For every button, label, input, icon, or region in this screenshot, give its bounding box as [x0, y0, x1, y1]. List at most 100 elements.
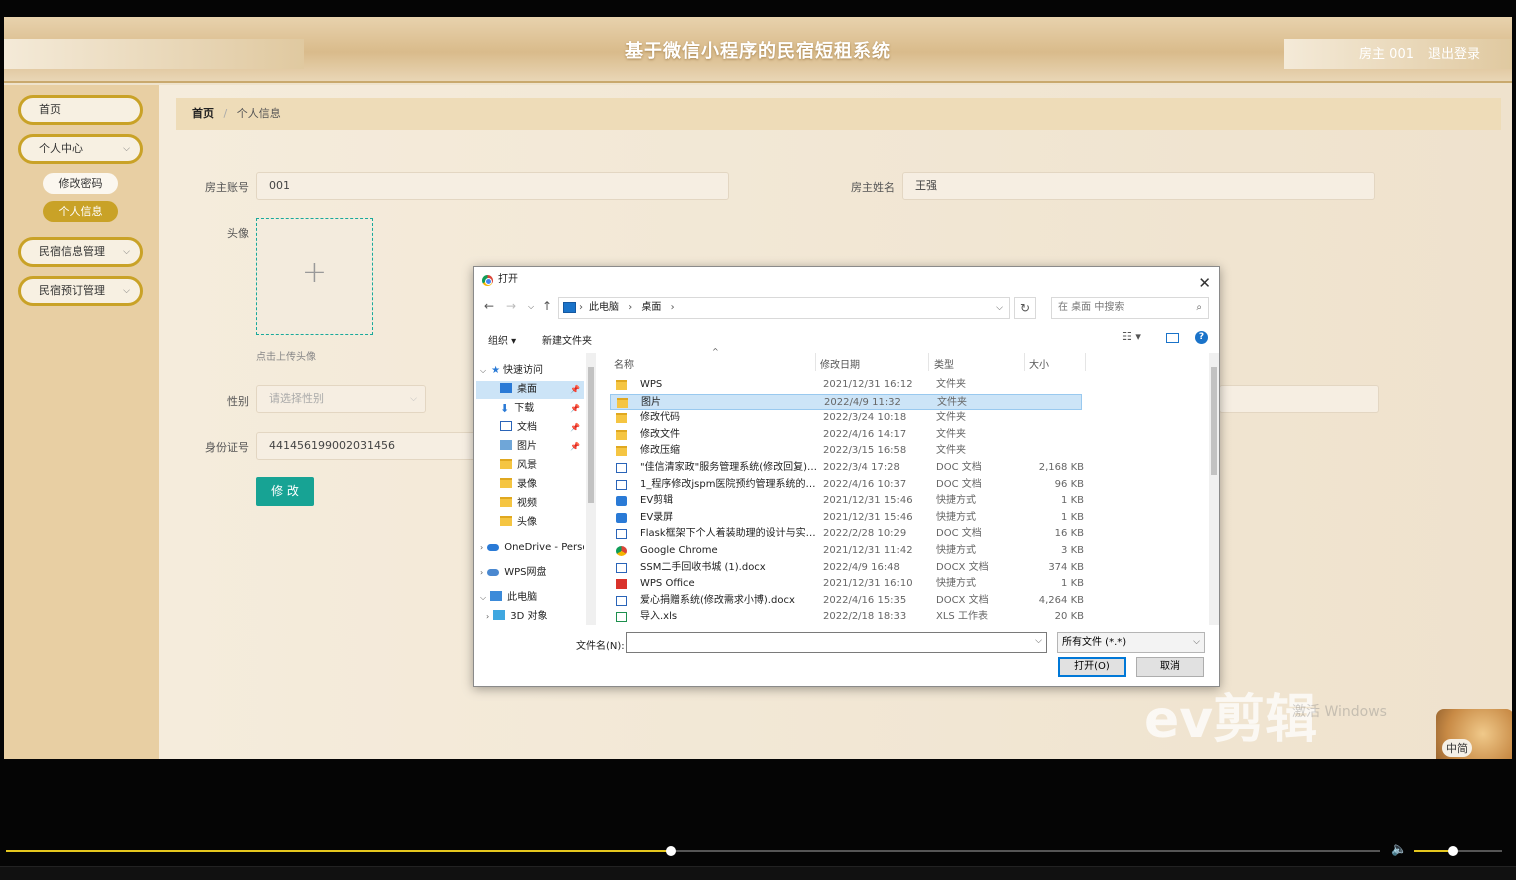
file-name: 修改代码 [640, 412, 680, 424]
filename-input[interactable]: ⌵ [626, 632, 1047, 653]
file-date: 2022/2/18 18:33 [823, 611, 907, 623]
sidebar-subitem-change-password[interactable]: 修改密码 [43, 173, 118, 194]
account-field[interactable]: 001 [256, 172, 729, 200]
chevron-down-icon[interactable]: ⌵ [1035, 636, 1042, 646]
file-row[interactable]: WPS Office 2021/12/31 16:10 快捷方式 1 KB [610, 576, 1084, 592]
document-icon [500, 421, 512, 431]
edit-button[interactable]: 修 改 [256, 477, 314, 506]
sidebar-subitem-personal-info[interactable]: 个人信息 [43, 201, 118, 222]
file-row[interactable]: 修改压缩 2022/3/15 16:58 文件夹 [610, 443, 1082, 459]
breadcrumb-home[interactable]: 首页 [192, 107, 214, 120]
column-type[interactable]: 类型 [934, 356, 954, 371]
sidebar-item-homestay-booking[interactable]: 民宿预订管理 ⌵ [18, 276, 143, 306]
progress-handle[interactable] [666, 846, 677, 856]
up-arrow-icon[interactable]: ↑ [542, 299, 552, 313]
file-size: 4,264 KB [1038, 594, 1084, 606]
column-date[interactable]: 修改日期 [820, 356, 860, 371]
file-name: Flask框架下个人着装助理的设计与实现(... [640, 528, 818, 540]
chevron-down-icon[interactable]: ⌵ [528, 302, 534, 312]
logout-link[interactable]: 退出登录 [1428, 43, 1480, 62]
file-list-scrollbar[interactable] [1209, 353, 1219, 625]
nav-item-recordings[interactable]: 录像 [500, 476, 537, 494]
nav-item-avatars[interactable]: 头像 [500, 514, 537, 532]
folder-icon [500, 459, 512, 469]
cancel-button[interactable]: 取消 [1136, 657, 1204, 677]
refresh-button[interactable]: ↻ [1014, 297, 1036, 319]
pin-icon: 📌 [570, 423, 580, 432]
nav-item-videos[interactable]: 视频 [500, 495, 537, 513]
command-bar: 组织 ▾ 新建文件夹 ☷ ▾ ? [474, 325, 1219, 351]
new-folder-button[interactable]: 新建文件夹 [542, 332, 592, 347]
nav-item-documents[interactable]: 文档 📌 [476, 419, 584, 437]
path-segment-this-pc[interactable]: 此电脑 [589, 302, 619, 313]
spreadsheet-icon [616, 612, 627, 623]
filetype-select[interactable]: 所有文件 (*.*) ⌵ [1057, 632, 1205, 653]
id-number-field[interactable]: 441456199002031456 [256, 432, 486, 460]
file-type: 快捷方式 [936, 495, 976, 507]
organize-menu[interactable]: 组织 ▾ [488, 332, 516, 347]
search-icon: ⌕ [1196, 302, 1202, 313]
nav-item-pictures[interactable]: 图片 📌 [476, 438, 584, 456]
sidebar-item-home[interactable]: 首页 [18, 95, 143, 125]
file-row[interactable]: Flask框架下个人着装助理的设计与实现(... 2022/2/28 10:29 D… [610, 526, 1084, 542]
file-row[interactable]: 图片 2022/4/9 11:32 文件夹 [610, 393, 1082, 410]
file-row[interactable]: 修改文件 2022/4/16 14:17 文件夹 [610, 427, 1082, 443]
chevron-right-icon: › [486, 612, 490, 621]
file-row[interactable]: EV剪辑 2021/12/31 15:46 快捷方式 1 KB [610, 493, 1084, 509]
file-scroll-thumb[interactable] [1211, 367, 1217, 475]
avatar-uploader[interactable]: + [256, 218, 373, 335]
address-bar[interactable]: › 此电脑 › 桌面 › ⌵ [558, 297, 1010, 319]
help-icon[interactable]: ? [1195, 331, 1208, 344]
file-row[interactable]: 1_程序修改jspm医院预约管理系统的设... 2022/4/16 10:37 DO… [610, 477, 1084, 493]
file-date: 2022/4/16 14:17 [823, 428, 907, 440]
sidebar-item-personal-center[interactable]: 个人中心 ⌵ [18, 134, 143, 164]
nav-item-downloads[interactable]: ⬇ 下载 📌 [476, 400, 584, 418]
volume-handle[interactable] [1447, 846, 1458, 856]
dog-mascot: 中简 [1436, 709, 1512, 759]
column-size[interactable]: 大小 [1029, 356, 1049, 371]
search-input[interactable]: 在 桌面 中搜索 ⌕ [1051, 297, 1209, 319]
file-row[interactable]: WPS 2021/12/31 16:12 文件夹 [610, 377, 1082, 393]
forward-arrow-icon[interactable]: → [506, 299, 516, 313]
back-arrow-icon[interactable]: ← [484, 299, 494, 313]
breadcrumb: 首页 / 个人信息 [176, 98, 1501, 130]
nav-label: OneDrive - Perso [504, 542, 584, 553]
gender-select[interactable]: 请选择性别 ⌵ [256, 385, 426, 413]
document-icon [616, 479, 627, 490]
volume-icon[interactable]: 🔈 [1391, 842, 1407, 857]
nav-label: 下载 [514, 403, 535, 414]
file-row[interactable]: 导入.xls 2022/2/18 18:33 XLS 工作表 20 KB [610, 609, 1084, 625]
nav-scroll-thumb[interactable] [588, 367, 594, 503]
nav-item-this-pc[interactable]: ⌵ 此电脑 [480, 589, 537, 607]
computer-icon [563, 302, 576, 313]
nav-label: 视频 [517, 498, 537, 509]
volume-track[interactable] [1414, 850, 1502, 852]
chevron-down-icon: ⌵ [410, 394, 417, 404]
chevron-down-icon[interactable]: ⌵ [996, 298, 1003, 318]
nav-item-onedrive[interactable]: › OneDrive - Perso [480, 539, 584, 557]
nav-item-3d-objects[interactable]: › 3D 对象 [486, 608, 547, 626]
column-name[interactable]: 名称 [614, 356, 634, 371]
cloud-icon [487, 569, 500, 576]
hidden-field[interactable] [1219, 385, 1379, 413]
nav-item-quick-access[interactable]: ⌵ ★ 快速访问 [480, 362, 543, 380]
file-row[interactable]: 爱心捐赠系统(修改需求小博).docx 2022/4/16 15:35 DOCX 文… [610, 593, 1084, 609]
name-field[interactable]: 王强 [902, 172, 1375, 200]
nav-item-desktop[interactable]: 桌面 📌 [476, 381, 584, 399]
open-button[interactable]: 打开(O) [1058, 657, 1126, 677]
file-row[interactable]: SSM二手回收书城 (1).docx 2022/4/9 16:48 DOCX 文档 3… [610, 560, 1084, 576]
nav-item-wps-drive[interactable]: › WPS网盘 [480, 564, 546, 582]
view-options-icon[interactable]: ☷ ▾ [1122, 330, 1141, 343]
file-row[interactable]: 修改代码 2022/3/24 10:18 文件夹 [610, 410, 1082, 426]
nav-scrollbar[interactable] [586, 353, 596, 625]
preview-pane-icon[interactable] [1166, 333, 1179, 343]
path-segment-desktop[interactable]: 桌面 [641, 302, 661, 313]
file-row[interactable]: EV录屏 2021/12/31 15:46 快捷方式 1 KB [610, 510, 1084, 526]
file-row[interactable]: "佳信清家政"服务管理系统(修改回复) (1)... 2022/3/4 17:28… [610, 460, 1084, 476]
ime-indicator[interactable]: 中简 [1442, 739, 1472, 757]
nav-item-scenery[interactable]: 风景 [500, 457, 537, 475]
file-row[interactable]: Google Chrome 2021/12/31 11:42 快捷方式 3 KB [610, 543, 1084, 559]
progress-track[interactable] [6, 850, 1380, 852]
sidebar-item-homestay-info[interactable]: 民宿信息管理 ⌵ [18, 237, 143, 267]
close-icon[interactable]: ✕ [1198, 270, 1211, 296]
